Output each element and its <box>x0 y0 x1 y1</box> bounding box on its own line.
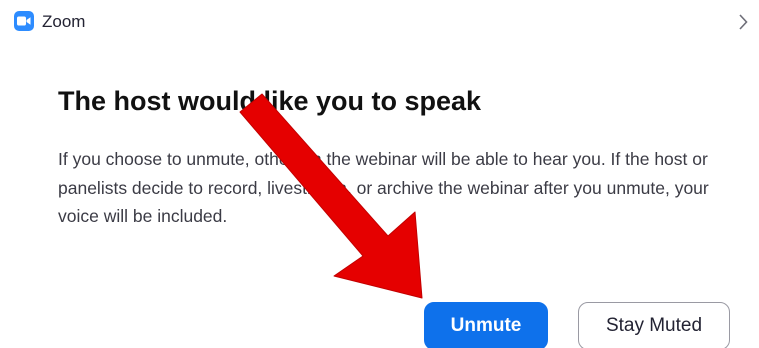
app-title: Zoom <box>42 12 86 31</box>
dialog-heading: The host would like you to speak <box>58 86 482 116</box>
zoom-dialog-window: Zoom The host would like you to speak If… <box>0 0 759 348</box>
stay-muted-button[interactable]: Stay Muted <box>578 302 730 348</box>
chevron-right-icon[interactable] <box>737 13 749 31</box>
zoom-camera-icon <box>14 11 34 31</box>
unmute-button[interactable]: Unmute <box>424 302 548 348</box>
dialog-message: If you choose to unmute, others in the w… <box>58 149 709 226</box>
title-bar: Zoom <box>0 0 759 44</box>
